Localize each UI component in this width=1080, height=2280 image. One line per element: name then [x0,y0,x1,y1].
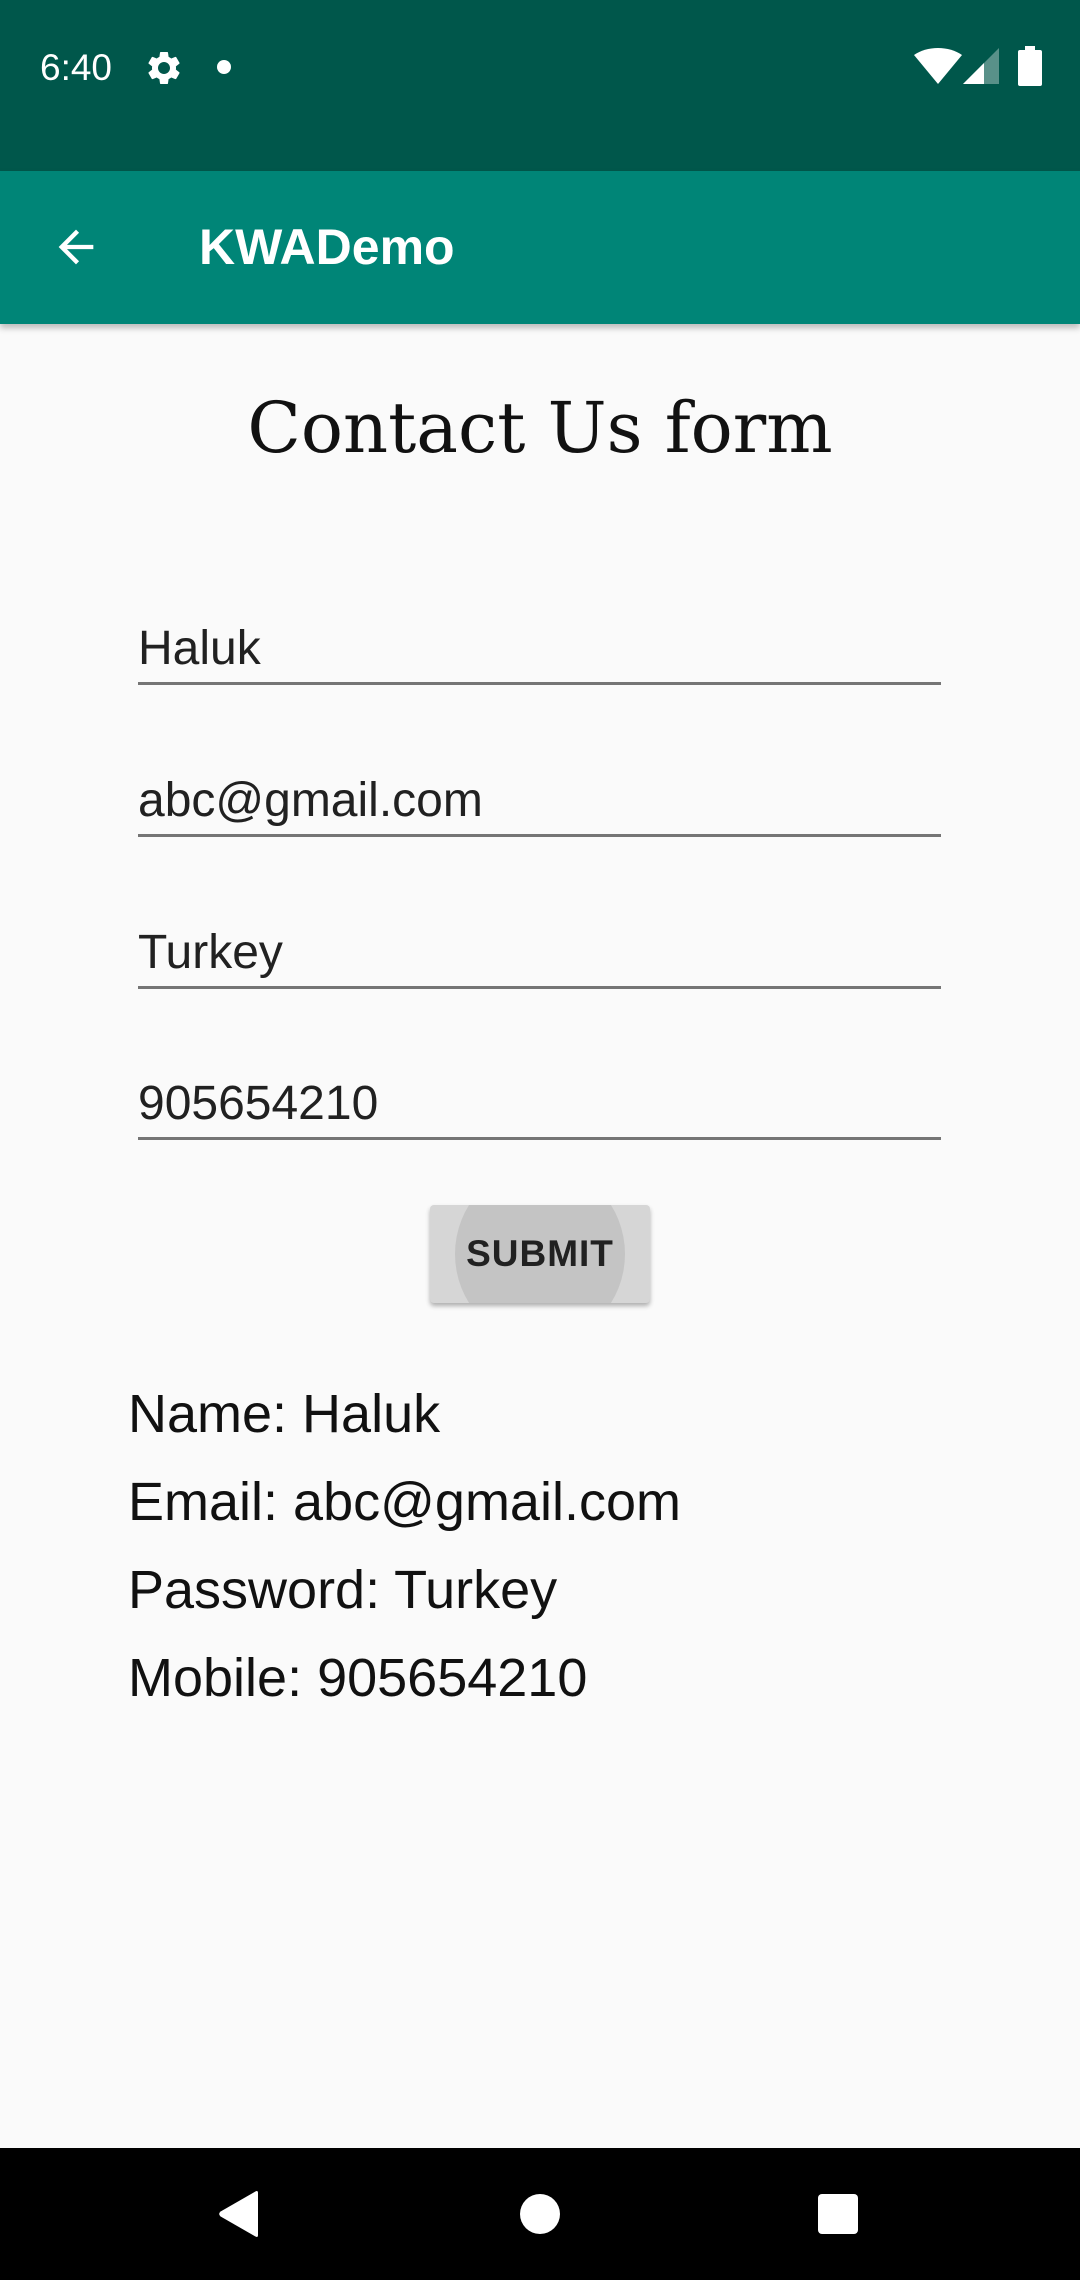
nav-recents-icon [818,2194,858,2234]
arrow-back-icon [58,229,94,265]
submit-label: SUBMIT [466,1233,614,1274]
app-title: KWADemo [199,219,455,275]
submit-button[interactable]: SUBMIT [430,1205,650,1303]
nav-home-icon [520,2194,560,2234]
nav-home-button[interactable] [494,2168,586,2260]
name-field[interactable] [138,598,941,685]
notification-dot-icon [217,60,231,74]
email-input[interactable] [138,773,941,828]
result-mobile: Mobile: 905654210 [128,1648,588,1708]
app-bar: KWADemo [0,171,1080,324]
result-name: Name: Haluk [128,1384,441,1444]
settings-gear-icon [148,51,180,84]
system-nav-bar [0,2148,1080,2280]
password-input[interactable] [138,925,941,980]
email-field[interactable] [138,750,941,837]
wifi-icon [914,48,962,84]
result-email: Email: abc@gmail.com [128,1472,681,1532]
nav-back-icon [219,2191,258,2237]
cell-signal-icon [963,48,999,84]
mobile-field[interactable] [138,1053,941,1140]
page-title: Contact Us form [247,387,833,469]
name-input[interactable] [138,621,941,676]
nav-recents-button[interactable] [792,2168,884,2260]
back-button[interactable] [40,205,112,289]
mobile-input[interactable] [138,1076,941,1131]
nav-back-button[interactable] [194,2168,286,2260]
status-bar: 6:40 [0,0,1080,171]
battery-icon [1018,46,1042,86]
password-field[interactable] [138,902,941,989]
status-time: 6:40 [40,47,113,88]
result-password: Password: Turkey [128,1560,558,1620]
